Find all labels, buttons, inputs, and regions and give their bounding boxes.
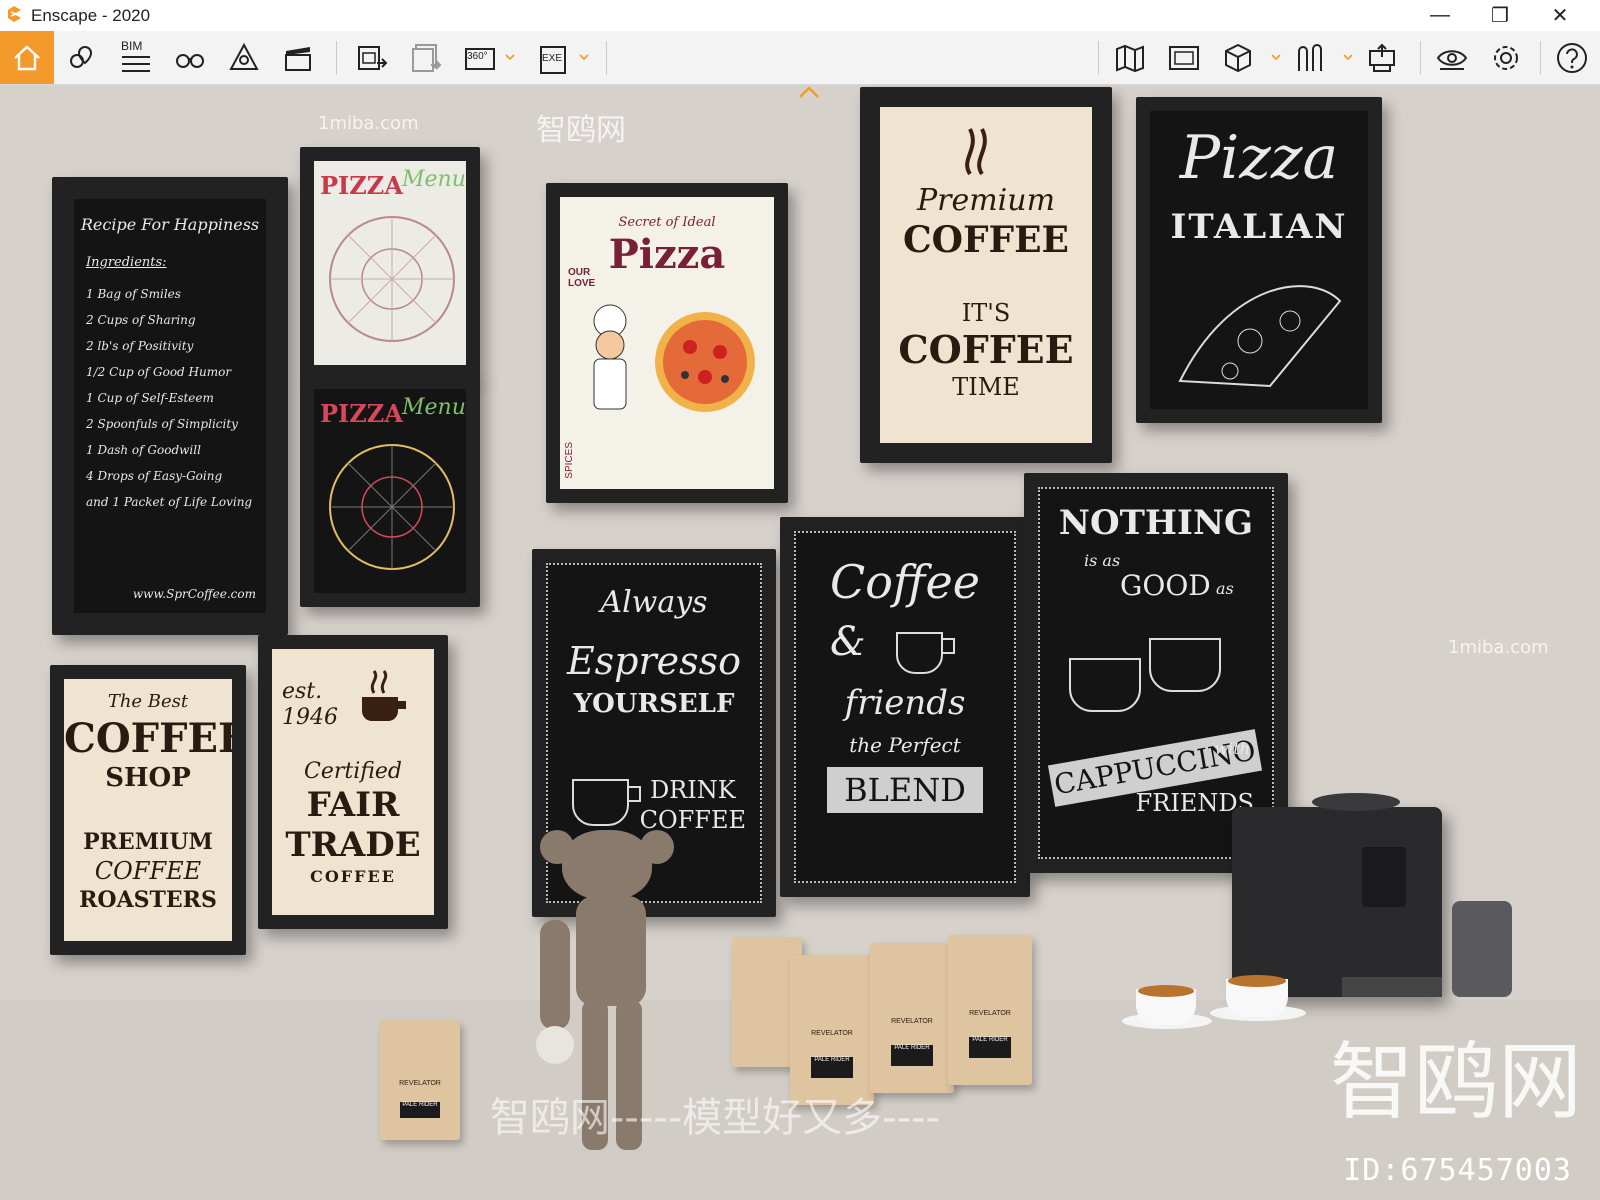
cappuccino-cups-sketch xyxy=(1069,638,1221,712)
export-exe-dropdown[interactable] xyxy=(578,49,590,65)
panorama-dropdown[interactable] xyxy=(504,49,516,65)
coffee-spout xyxy=(1362,847,1406,907)
milk-container xyxy=(1452,901,1512,997)
home-icon xyxy=(14,44,40,70)
toolbar-separator xyxy=(336,41,337,75)
poster-fair-trade-coffee: est. 1946 Certified FAIR TRADE COFFEE xyxy=(258,635,448,929)
views-button[interactable] xyxy=(58,31,106,84)
bim-icon: BIM xyxy=(119,39,153,75)
upload-button[interactable] xyxy=(1358,31,1406,84)
minimize-button[interactable]: — xyxy=(1410,0,1470,31)
enscape-logo-icon xyxy=(8,6,21,22)
toolbar-separator xyxy=(1098,41,1099,75)
chevron-down-icon xyxy=(1343,54,1353,60)
settings-button[interactable] xyxy=(1482,31,1530,84)
clapperboard-icon xyxy=(285,46,311,71)
chevron-down-icon xyxy=(579,54,589,60)
recipe-url: www.SprCoffee.com xyxy=(132,587,256,601)
cube-icon xyxy=(1225,43,1251,72)
pizza-wheel-graphic xyxy=(329,444,455,570)
coffee-bag: REVELATOR PALE RIDER xyxy=(380,1020,460,1140)
export-image-icon xyxy=(358,45,388,70)
window-title: Enscape - 2020 xyxy=(31,6,151,25)
eye-icon xyxy=(1436,49,1468,70)
map-icon xyxy=(1116,44,1144,72)
poster-premium-coffee: Premium COFFEE IT'S COFFEE TIME xyxy=(860,87,1112,463)
pizza-slice-sketch xyxy=(1178,285,1342,388)
coffee-bag: REVELATOR PALE RIDER xyxy=(870,943,954,1093)
chef-illustration xyxy=(593,304,627,410)
render-viewport[interactable]: Recipe For Happiness Ingredients: 1 Bag … xyxy=(0,85,1600,1200)
poster-recipe-for-happiness: Recipe For Happiness Ingredients: 1 Bag … xyxy=(52,177,288,635)
toolbar-separator xyxy=(606,41,607,75)
image-gallery-icon xyxy=(1169,45,1199,70)
recipe-title: Recipe For Happiness xyxy=(80,215,260,234)
help-icon xyxy=(1557,42,1587,73)
home-button[interactable] xyxy=(0,31,54,84)
binoculars-icon xyxy=(176,53,204,68)
recipe-ingredients: 1 Bag of Smiles 2 Cups of Sharing 2 lb's… xyxy=(86,287,253,509)
export-exe-icon: EXE xyxy=(537,41,571,75)
watermark-tagline: 智鸥网-----模型好又多---- xyxy=(490,1095,940,1141)
close-button[interactable]: ✕ xyxy=(1530,0,1590,31)
cloud-upload-icon xyxy=(1369,43,1395,72)
watermark-id: ID:675457003 xyxy=(1343,1153,1572,1188)
footsteps-icon xyxy=(1298,43,1322,71)
pizza-wheel-graphic xyxy=(329,216,455,342)
walk-dropdown[interactable] xyxy=(1342,49,1354,65)
panorama-icon: 360° xyxy=(463,41,497,75)
batch-render-button[interactable] xyxy=(402,31,450,84)
location-pin-icon xyxy=(70,45,93,68)
title-bar: Enscape - 2020 — ❐ ✕ xyxy=(0,0,1600,31)
collapse-toolbar-chevron-icon[interactable] xyxy=(798,85,820,99)
watermark-cn: 智鸥网 xyxy=(536,113,626,148)
map-view-button[interactable] xyxy=(1106,31,1154,84)
bim-button[interactable]: BIM xyxy=(112,31,160,84)
poster-pizza-menu-dark: PIZZA Menu xyxy=(300,375,480,607)
poster-pizza-italian: Pizza ITALIAN xyxy=(1136,97,1382,423)
binoculars-button[interactable] xyxy=(166,31,214,84)
coffee-cup-left xyxy=(1122,985,1212,1029)
object-button[interactable] xyxy=(1214,31,1262,84)
walk-button[interactable] xyxy=(1286,31,1334,84)
main-toolbar: BIM 360° EXE xyxy=(0,31,1600,85)
steam-icon xyxy=(965,128,987,176)
coffee-cup-right xyxy=(1210,975,1306,1021)
gear-icon xyxy=(1494,45,1518,70)
panorama-button[interactable]: 360° xyxy=(456,31,504,84)
poster-pizza-menu-light: PIZZA Menu xyxy=(300,147,480,379)
poster-secret-of-ideal-pizza: Secret of Ideal Pizza OUR LOVE SPICES xyxy=(546,183,788,503)
poster-coffee-and-friends: Coffee & friends the Perfect BLEND xyxy=(780,517,1030,897)
poster-best-coffee-shop: The Best COFFEE SHOP PREMIUM COFFEE ROAS… xyxy=(50,665,246,955)
batch-render-icon xyxy=(412,43,442,72)
coffee-cup-sketch xyxy=(896,632,955,674)
asset-library-icon xyxy=(229,42,259,70)
toolbar-separator xyxy=(1540,41,1541,75)
toolbar-separator xyxy=(1420,41,1421,75)
bean-hopper xyxy=(1312,793,1400,811)
screenshot-manager-button[interactable] xyxy=(1160,31,1208,84)
watermark-site: 1miba.com xyxy=(318,113,419,134)
pizza-illustration xyxy=(655,312,755,412)
restore-button[interactable]: ❐ xyxy=(1470,0,1530,31)
drip-tray xyxy=(1342,977,1442,997)
video-editor-button[interactable] xyxy=(274,31,322,84)
coffee-bag: REVELATOR PALE RIDER xyxy=(948,935,1032,1085)
object-dropdown[interactable] xyxy=(1270,49,1282,65)
espresso-cup-sketch xyxy=(572,779,641,826)
help-button[interactable] xyxy=(1548,31,1596,84)
chevron-down-icon xyxy=(1271,54,1281,60)
recipe-heading: Ingredients: xyxy=(86,255,167,270)
espresso-machine xyxy=(1232,793,1442,997)
render-image-button[interactable] xyxy=(348,31,396,84)
coffee-bag: REVELATOR PALE RIDER xyxy=(790,955,874,1105)
visual-settings-button[interactable] xyxy=(1428,31,1476,84)
export-exe-button[interactable]: EXE xyxy=(530,31,578,84)
watermark-cn-large: 智鸥网 xyxy=(1330,1033,1583,1131)
watermark-site: 1miba.com xyxy=(1448,637,1549,658)
material-editor-button[interactable] xyxy=(220,31,268,84)
coffee-cup-icon xyxy=(362,670,406,721)
chevron-down-icon xyxy=(505,54,515,60)
